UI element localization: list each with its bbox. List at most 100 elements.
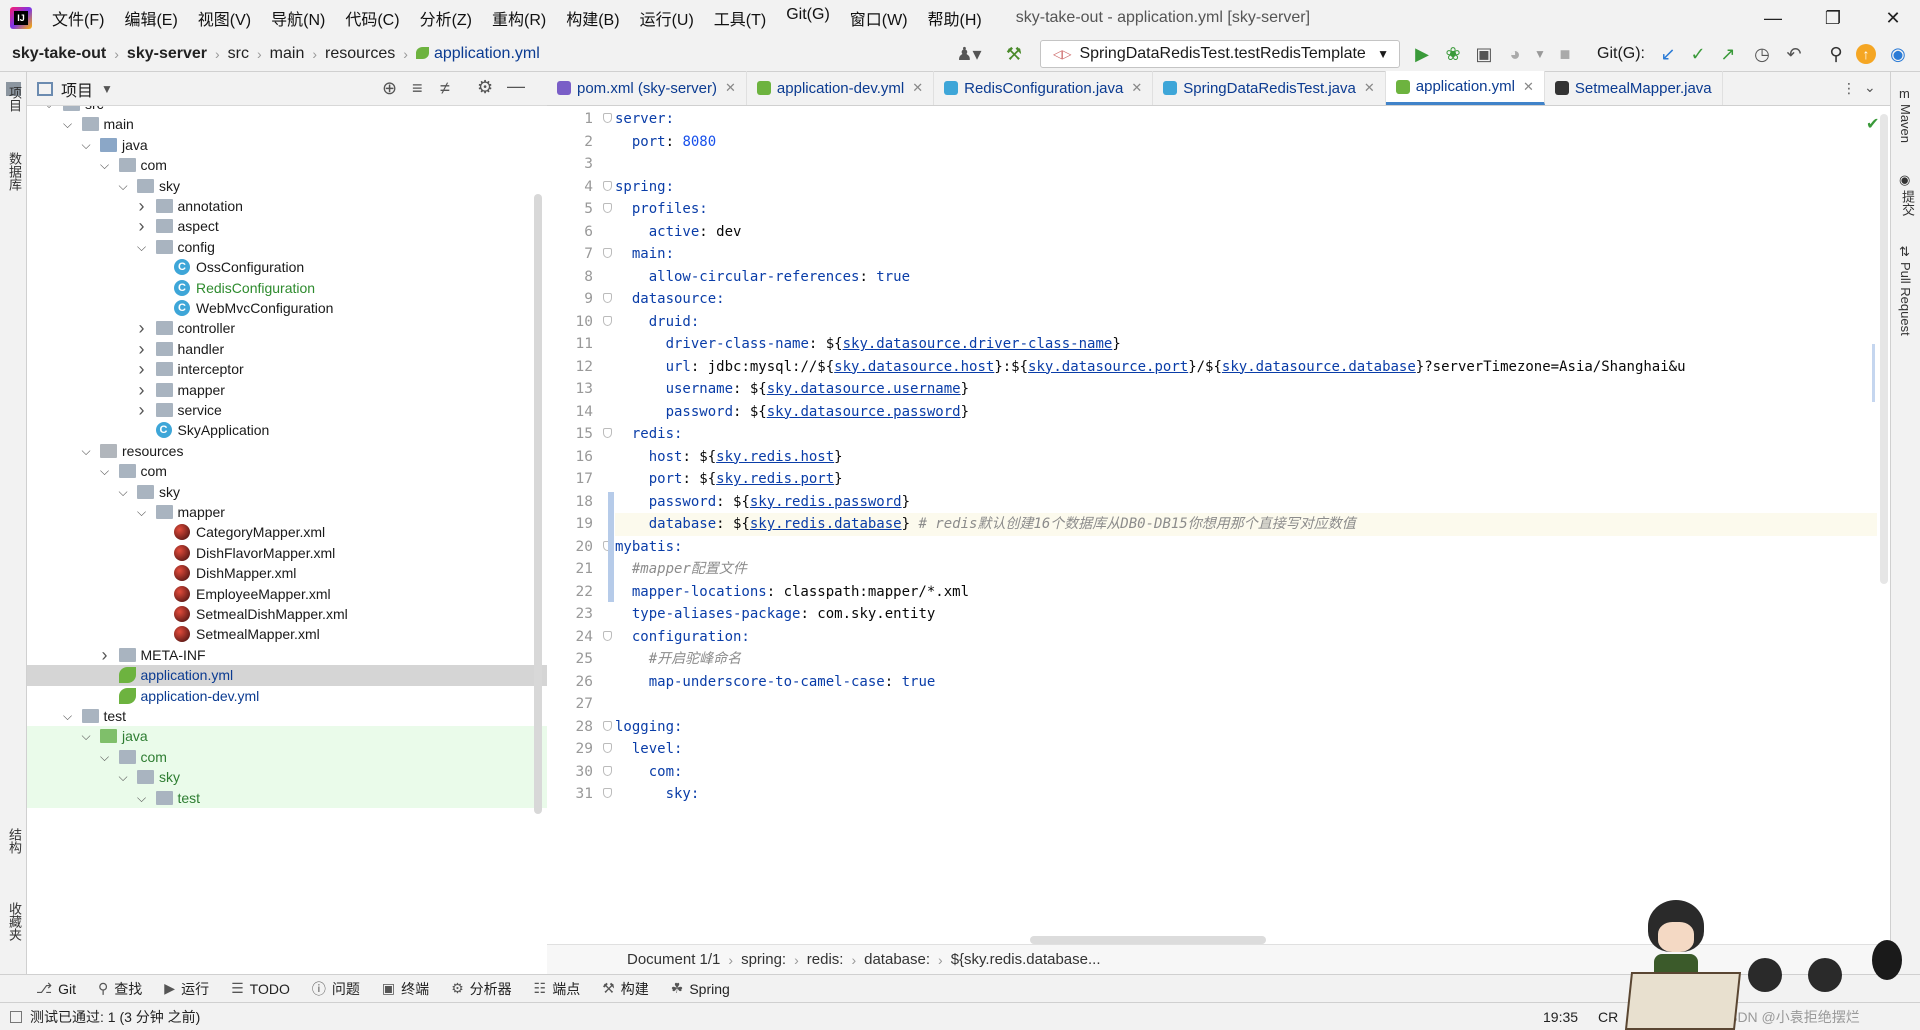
tool-tab-terminal[interactable]: ▣ 终端 [382,979,429,999]
editor-scrollbar[interactable] [1880,114,1888,584]
menu-item[interactable]: 工具(T) [704,6,776,30]
tree-row[interactable]: ⌵ test [27,787,547,808]
close-tab-icon[interactable]: ✕ [1131,80,1142,96]
close-tab-icon[interactable]: ✕ [725,80,736,96]
tree-row[interactable]: DishFlavorMapper.xml [27,543,547,563]
fold-marker-icon[interactable] [603,113,612,123]
tree-row[interactable]: ⌵ com [27,155,547,175]
editor-horizontal-scrollbar[interactable] [1030,936,1266,944]
tree-row[interactable]: C SkyApplication [27,420,547,440]
fold-marker-icon[interactable] [603,315,612,326]
editor-crumb-redis[interactable]: redis: [807,951,844,968]
rollback-icon[interactable]: ↶ [1782,42,1806,66]
property-reference-link[interactable]: sky.datasource.port [1028,359,1188,375]
fold-marker-icon[interactable] [603,203,612,213]
chevron-down-icon[interactable]: ⌵ [136,502,148,522]
coverage-icon[interactable]: ▣ [1472,42,1496,66]
tree-row[interactable]: › interceptor [27,359,547,379]
tree-row[interactable]: › aspect [27,216,547,236]
menu-item[interactable]: 运行(U) [630,6,704,30]
breadcrumb-src[interactable]: src [228,45,249,63]
tree-row[interactable]: › service [27,400,547,420]
menu-item[interactable]: 分析(Z) [410,6,482,30]
chevron-down-icon[interactable]: ⌵ [136,788,148,808]
close-window-icon[interactable]: ✕ [1870,0,1916,36]
editor-crumb-database[interactable]: database: [864,951,930,968]
chevron-down-icon[interactable]: ⌵ [43,106,55,114]
fold-marker-icon[interactable] [603,743,612,753]
property-reference-link[interactable]: sky.datasource.host [834,359,994,375]
chevron-right-icon[interactable]: › [136,359,148,379]
tab-application-dev-yml[interactable]: application-dev.yml ✕ [747,71,935,105]
user-icon[interactable]: ♟▾ [952,42,986,66]
chevron-down-icon[interactable]: ⌵ [136,237,148,257]
bookmarks-tool-tab[interactable]: 收藏夹 [5,902,24,941]
chevron-right-icon[interactable]: › [136,196,148,216]
tool-tab-endpoints[interactable]: ☷ 端点 [534,979,581,999]
menu-item[interactable]: 帮助(H) [918,6,992,30]
tool-tab-spring[interactable]: ☘ Spring [671,980,730,997]
pull-request-tool-tab[interactable]: Pull Request [1898,262,1913,336]
tree-row[interactable]: › mapper [27,380,547,400]
close-tab-icon[interactable]: ✕ [912,80,923,96]
project-panel-title[interactable]: 项目 [61,77,93,101]
tab-application-yml[interactable]: application.yml ✕ [1385,71,1545,105]
menu-item[interactable]: Git(G) [776,6,840,30]
editor-crumb-spring[interactable]: spring: [741,951,786,968]
editor-crumb-value[interactable]: ${sky.redis.database... [951,951,1101,968]
tree-row[interactable]: ⌵ config [27,237,547,257]
tree-row[interactable]: ⌵ com [27,461,547,481]
tool-tab-todo[interactable]: ☰ TODO [231,980,290,997]
tree-row[interactable]: › annotation [27,196,547,216]
chevron-right-icon[interactable]: › [99,645,111,665]
caret-position[interactable]: 19:35 [1543,1009,1578,1025]
breadcrumb-module[interactable]: sky-server [127,45,207,63]
chevron-down-icon[interactable]: ⌵ [80,135,92,155]
fold-marker-icon[interactable] [603,630,612,641]
tree-row[interactable]: CategoryMapper.xml [27,522,547,542]
build-hammer-icon[interactable]: ⚒ [1002,42,1026,66]
tree-scrollbar[interactable] [534,194,542,814]
chevron-down-icon[interactable]: ⌵ [117,482,129,502]
menu-item[interactable]: 窗口(W) [840,6,918,30]
fold-marker-icon[interactable] [603,248,612,258]
tool-tab-problems[interactable]: ⓘ 问题 [312,979,360,999]
close-tab-icon[interactable]: ✕ [1523,79,1534,95]
breadcrumb-file[interactable]: application.yml [415,45,540,63]
chevron-down-icon[interactable]: ⌵ [62,114,74,134]
debug-icon[interactable]: ❀ [1441,42,1465,66]
breadcrumb-main[interactable]: main [270,45,305,63]
chevron-down-icon[interactable]: ⌵ [80,726,92,746]
tab-springdataredistest-java[interactable]: SpringDataRedisTest.java ✕ [1153,71,1386,105]
property-reference-link[interactable]: sky.datasource.password [767,404,961,420]
tree-row[interactable]: application-dev.yml [27,686,547,706]
tree-row[interactable]: C WebMvcConfiguration [27,298,547,318]
tab-redisconfiguration-java[interactable]: RedisConfiguration.java ✕ [934,71,1154,105]
tool-tab-run[interactable]: ▶ 运行 [164,979,209,999]
tree-row[interactable]: ⌵ resources [27,441,547,461]
breadcrumb-project[interactable]: sky-take-out [12,45,106,63]
gear-icon[interactable]: ⚙ [477,77,493,98]
history-icon[interactable]: ◷ [1750,42,1774,66]
property-reference-link[interactable]: sky.redis.host [716,449,834,465]
close-tab-icon[interactable]: ✕ [1364,80,1375,96]
git-commit-icon[interactable]: ✓ [1686,42,1710,66]
chevron-right-icon[interactable]: › [136,400,148,420]
fold-marker-icon[interactable] [603,293,612,303]
fold-marker-icon[interactable] [603,180,612,191]
chevron-down-icon[interactable]: ⌵ [99,461,111,481]
git-update-icon[interactable]: ↙ [1656,42,1680,66]
commit-tool-tab[interactable]: 提交 [1898,190,1917,216]
tree-row[interactable]: ⌵ java [27,726,547,747]
tree-row[interactable]: ⌵ main [27,114,547,134]
fold-marker-icon[interactable] [603,720,612,731]
tree-row[interactable]: SetmealDishMapper.xml [27,604,547,624]
chevron-down-icon[interactable]: ⌵ [80,441,92,461]
tool-tab-git[interactable]: ⎇ Git [36,980,76,997]
tabs-dropdown-icon[interactable]: ⌄ [1864,79,1876,96]
property-reference-link[interactable]: sky.redis.password [750,494,902,510]
chevron-down-icon[interactable]: ⌵ [117,767,129,787]
collapse-all-icon[interactable]: ≠ [440,78,450,99]
tree-row[interactable]: ⌵ test [27,706,547,726]
property-reference-link[interactable]: sky.datasource.driver-class-name [843,336,1113,352]
